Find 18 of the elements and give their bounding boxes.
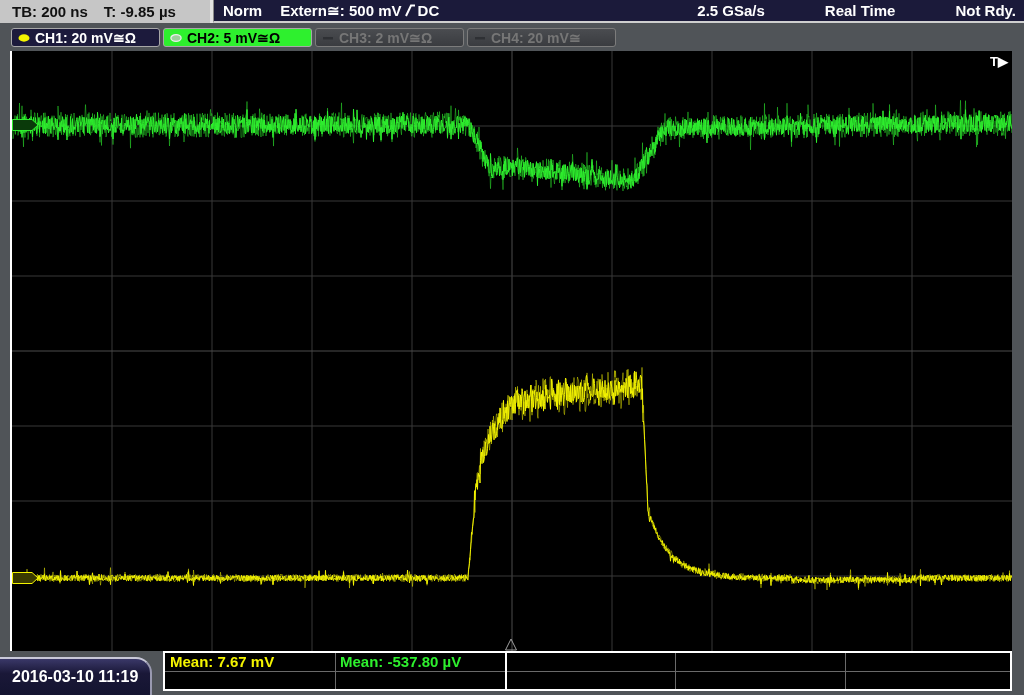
rising-edge-icon [404, 4, 415, 17]
measurement-reading: Mean: -537.80 µV [340, 653, 462, 670]
trigger-marker: T▶ [990, 54, 1008, 69]
status-label: Not Rdy. [955, 2, 1016, 19]
channel-marker-icon [12, 572, 39, 584]
trigger-time-label: T: -9.85 µs [103, 3, 176, 20]
channel-marker-icon [12, 119, 39, 131]
trigger-position-icon [505, 638, 517, 651]
channel-tab[interactable]: CH1: 20 mV≅Ω [11, 28, 160, 47]
timebase-label: TB: 200 ns [12, 3, 88, 20]
trigger-mode-label: Norm [223, 2, 263, 19]
measurement-reading: Mean: 7.67 mV [170, 653, 275, 670]
sample-rate-label: 2.5 GSa/s [697, 2, 765, 19]
acquisition-mode-label: Real Time [824, 2, 896, 19]
coupling-label: DC [417, 2, 440, 19]
trigger-source-label: Extern≅: 500 mV [280, 1, 402, 20]
date-time-label: 2016-03-10 11:19 [0, 657, 152, 695]
channel-tab[interactable]: CH2: 5 mV≅Ω [163, 28, 312, 47]
